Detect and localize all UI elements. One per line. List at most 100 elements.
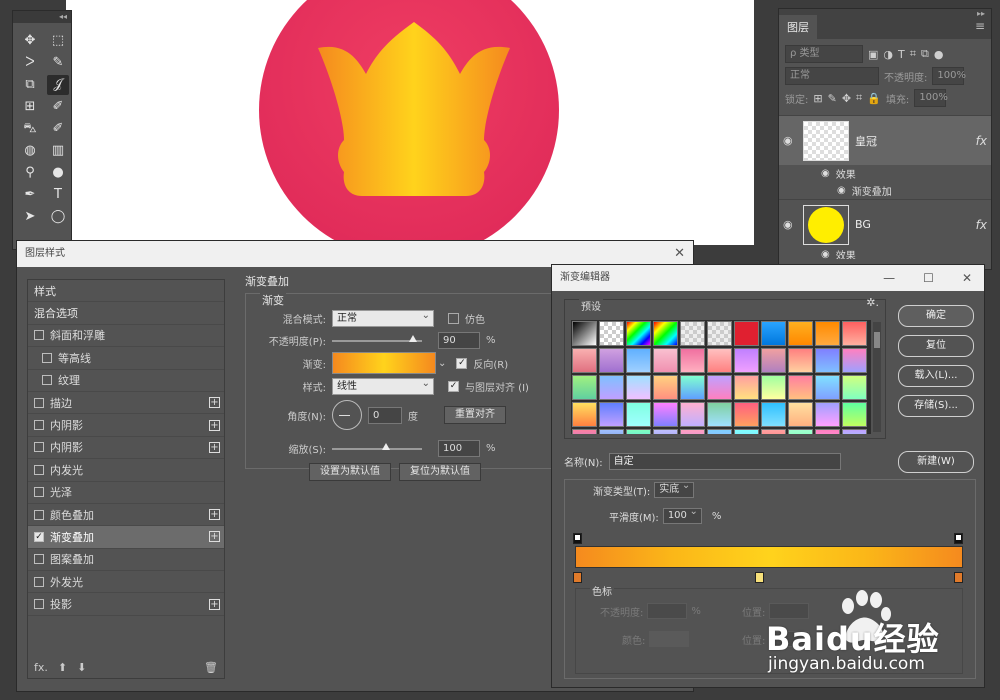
lock-move-icon[interactable]: ✥: [842, 92, 851, 105]
add-effect-icon[interactable]: +: [209, 509, 220, 521]
preset-swatch[interactable]: [572, 402, 597, 427]
dodge-tool-icon[interactable]: ●: [47, 163, 69, 183]
smoothness-select[interactable]: 100: [662, 505, 702, 524]
preset-swatch[interactable]: [842, 348, 867, 373]
preset-swatch[interactable]: [653, 402, 678, 427]
gradient-swatch[interactable]: [332, 352, 436, 374]
preset-swatch[interactable]: [572, 429, 597, 434]
preset-swatch[interactable]: [761, 375, 786, 400]
style-item[interactable]: 颜色叠加 +: [28, 504, 224, 527]
preset-swatch[interactable]: [815, 348, 840, 373]
name-input[interactable]: 自定: [608, 453, 841, 470]
scale-input[interactable]: 100: [438, 440, 480, 457]
gradient-bar[interactable]: [575, 546, 963, 568]
eye-icon[interactable]: ◉: [837, 185, 846, 196]
reset-align-button[interactable]: 重置对齐: [444, 406, 506, 424]
reset-default-button[interactable]: 复位为默认值: [399, 463, 481, 481]
preset-swatch[interactable]: [788, 321, 813, 346]
tools-collapse-icon[interactable]: ◂◂: [13, 11, 71, 23]
crop-tool-icon[interactable]: ⧉: [19, 75, 41, 95]
pen-tool-icon[interactable]: ✒: [19, 185, 41, 205]
style-item[interactable]: 描边 +: [28, 392, 224, 415]
style-checkbox[interactable]: [34, 442, 44, 453]
adjust-filter-icon[interactable]: ◑: [883, 48, 893, 61]
preset-swatch[interactable]: [572, 321, 597, 346]
stamp-tool-icon[interactable]: ⛍: [19, 119, 41, 139]
style-select[interactable]: 线性: [332, 376, 434, 395]
panel-menu-icon[interactable]: ≡: [969, 19, 991, 39]
angle-dial[interactable]: [332, 400, 362, 430]
preset-swatch[interactable]: [788, 375, 813, 400]
styles-header[interactable]: 样式: [28, 280, 224, 303]
preset-swatch[interactable]: [626, 321, 651, 346]
style-checkbox[interactable]: [34, 330, 44, 341]
style-checkbox[interactable]: [34, 599, 44, 610]
style-item[interactable]: 内阴影 +: [28, 437, 224, 460]
style-checkbox[interactable]: [42, 375, 52, 386]
style-checkbox[interactable]: [34, 397, 44, 408]
lock-artboard-icon[interactable]: ⌗: [856, 91, 862, 105]
preset-swatch[interactable]: [572, 375, 597, 400]
load-button[interactable]: 载入(L)...: [898, 365, 974, 387]
preset-swatch[interactable]: [815, 375, 840, 400]
preset-swatch[interactable]: [572, 348, 597, 373]
preset-swatch[interactable]: [626, 429, 651, 434]
eye-icon[interactable]: ◉: [783, 134, 797, 147]
fx-icon[interactable]: fx: [976, 134, 991, 148]
filter-toggle-icon[interactable]: ●: [934, 48, 944, 61]
image-filter-icon[interactable]: ▣: [868, 48, 878, 61]
opacity-stop-left[interactable]: [573, 533, 582, 544]
preset-swatch[interactable]: [626, 375, 651, 400]
stop-opacity-input[interactable]: [647, 603, 688, 619]
move-down-icon[interactable]: ⬇: [77, 661, 86, 674]
preset-swatch[interactable]: [680, 321, 705, 346]
lock-all-icon[interactable]: 🔒: [867, 92, 881, 105]
style-checkbox[interactable]: ✓: [34, 531, 44, 542]
scale-slider[interactable]: [332, 442, 422, 450]
preset-swatch[interactable]: [734, 321, 759, 346]
style-checkbox[interactable]: [42, 352, 52, 363]
preset-swatch[interactable]: [626, 402, 651, 427]
scale-slider-knob[interactable]: [382, 442, 390, 450]
type-tool-icon[interactable]: T: [47, 185, 69, 205]
opacity-stop-right[interactable]: [954, 533, 963, 544]
layers-collapse-icon[interactable]: ▸▸: [977, 9, 985, 18]
minimize-icon[interactable]: —: [883, 265, 895, 291]
effects-row[interactable]: ◉ 效果: [779, 165, 991, 182]
text-filter-icon[interactable]: T: [898, 48, 905, 61]
style-item[interactable]: 投影 +: [28, 593, 224, 616]
eye-icon[interactable]: ◉: [783, 218, 797, 231]
chevron-down-icon[interactable]: ⌄: [438, 358, 446, 369]
preset-swatch[interactable]: [761, 348, 786, 373]
preset-swatch[interactable]: [815, 402, 840, 427]
preset-swatch[interactable]: [599, 321, 624, 346]
preset-swatch[interactable]: [680, 402, 705, 427]
preset-swatch[interactable]: [842, 321, 867, 346]
lock-pixels-icon[interactable]: ⊞: [813, 92, 822, 105]
new-button[interactable]: 新建(W): [898, 451, 974, 473]
layer-bg[interactable]: ◉ BG fx: [779, 199, 991, 249]
marquee-tool-icon[interactable]: ⬚: [47, 31, 69, 51]
smart-filter-icon[interactable]: ⧉: [921, 47, 929, 61]
preset-swatch[interactable]: [599, 348, 624, 373]
make-default-button[interactable]: 设置为默认值: [309, 463, 391, 481]
style-checkbox[interactable]: [34, 576, 44, 587]
style-item[interactable]: 外发光: [28, 571, 224, 594]
preset-swatch[interactable]: [680, 429, 705, 434]
preset-swatch[interactable]: [734, 375, 759, 400]
style-checkbox[interactable]: [34, 420, 44, 431]
tab-layers[interactable]: 图层: [779, 15, 817, 39]
opacity-slider-knob[interactable]: [409, 334, 417, 342]
move-up-icon[interactable]: ⬆: [58, 661, 67, 674]
preset-swatch[interactable]: [734, 348, 759, 373]
opacity-input[interactable]: 90: [438, 332, 480, 349]
style-item[interactable]: 图案叠加: [28, 549, 224, 572]
blend-options-item[interactable]: 混合选项: [28, 302, 224, 325]
preset-swatch[interactable]: [599, 429, 624, 434]
gradient-type-select[interactable]: 实底: [654, 479, 695, 498]
preset-swatch[interactable]: [653, 321, 678, 346]
style-checkbox[interactable]: [34, 487, 44, 498]
preset-swatch[interactable]: [734, 429, 759, 434]
preset-swatch[interactable]: [761, 321, 786, 346]
fill-input[interactable]: 100%: [914, 89, 948, 107]
